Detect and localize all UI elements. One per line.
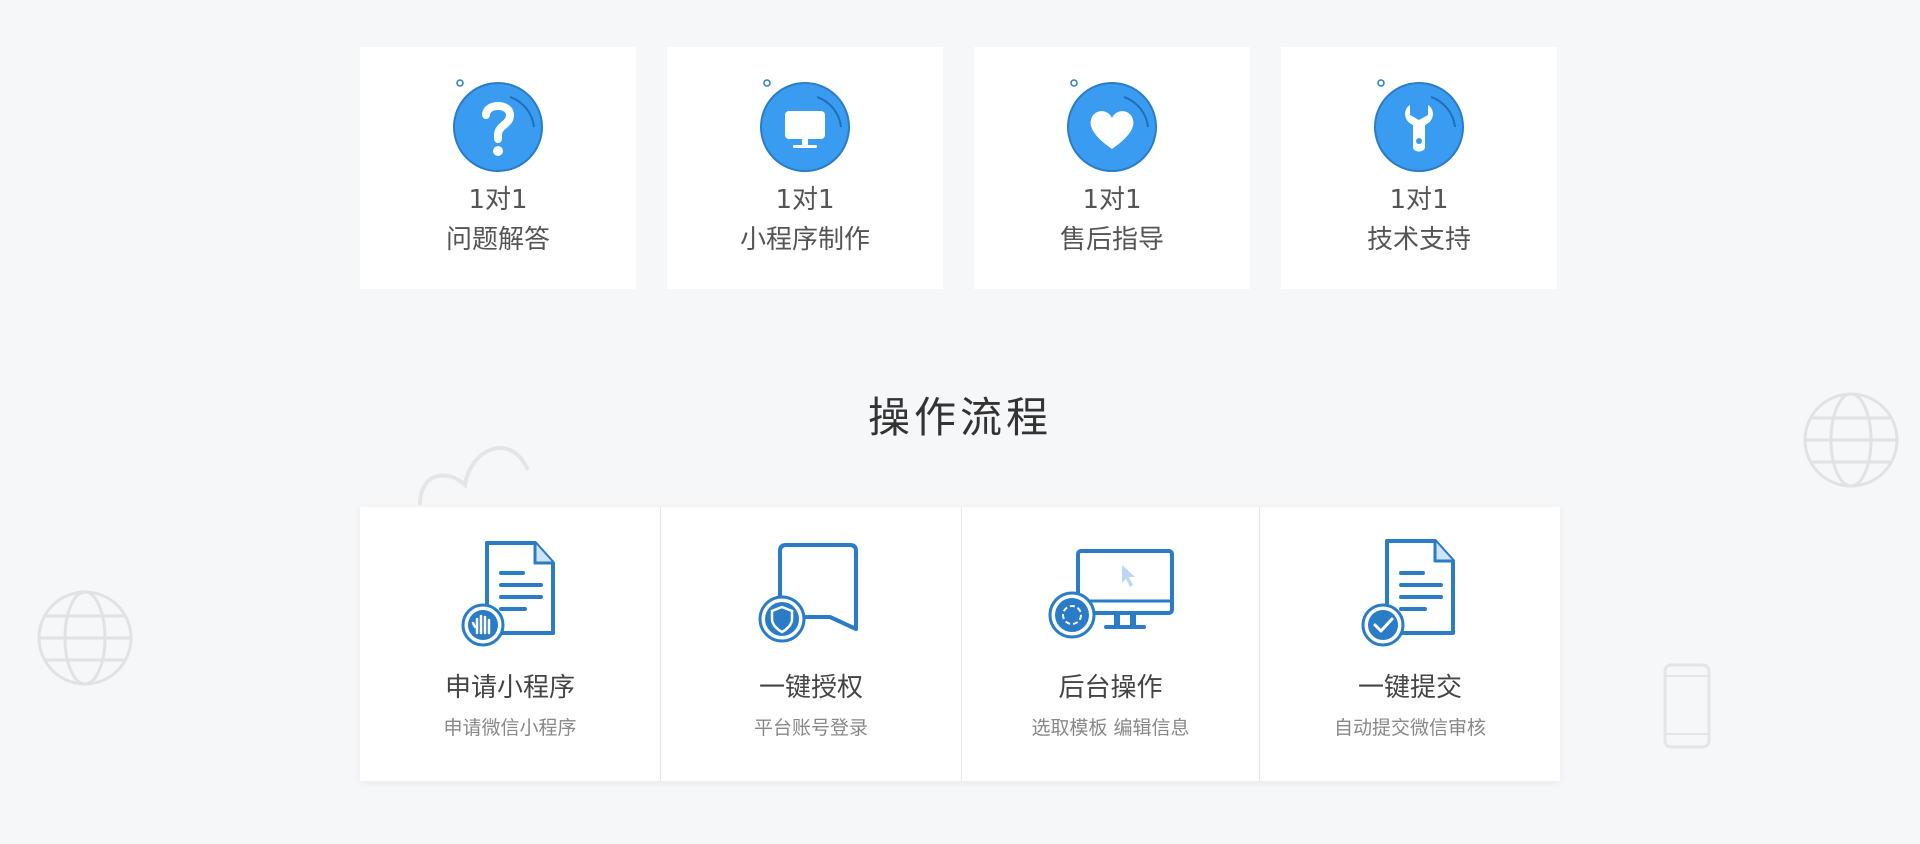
heart-icon <box>1062 75 1162 175</box>
step-title: 一键授权 <box>758 673 863 703</box>
service-line2: 售后指导 <box>1059 225 1164 255</box>
step-backend[interactable]: 后台操作 选取模板 编辑信息 <box>962 507 1259 781</box>
service-line1: 1对1 <box>1389 185 1449 215</box>
service-cards: 1对1 问题解答 1对1 小程序制作 1对1 售后指导 1对1 技术支持 <box>360 47 1558 289</box>
step-title: 一键提交 <box>1357 673 1462 703</box>
wrench-icon <box>1369 75 1469 175</box>
service-line1: 1对1 <box>1082 185 1142 215</box>
phone-deco-icon <box>1662 662 1712 750</box>
step-desc: 平台账号登录 <box>753 717 868 739</box>
step-title: 申请小程序 <box>444 673 575 703</box>
service-card-aftersales[interactable]: 1对1 售后指导 <box>974 47 1250 289</box>
section-title: 操作流程 <box>867 393 1052 442</box>
step-desc: 选取模板 编辑信息 <box>1031 717 1190 739</box>
service-card-miniapp[interactable]: 1对1 小程序制作 <box>667 47 943 289</box>
step-title: 后台操作 <box>1058 673 1163 703</box>
step-desc: 自动提交微信审核 <box>1333 717 1486 739</box>
document-hand-icon <box>445 537 575 647</box>
page: 1对1 问题解答 1对1 小程序制作 1对1 售后指导 1对1 技术支持 操作流… <box>0 0 1920 844</box>
process-panel: 申请小程序 申请微信小程序 一键授权 平台账号登录 后台操作 选取模板 编辑信息… <box>360 507 1560 781</box>
chat-shield-icon <box>746 537 876 647</box>
service-line1: 1对1 <box>468 185 528 215</box>
monitor-icon <box>755 75 855 175</box>
document-check-icon <box>1345 537 1475 647</box>
service-card-qa[interactable]: 1对1 问题解答 <box>360 47 636 289</box>
step-desc: 申请微信小程序 <box>443 717 577 739</box>
service-card-tech-support[interactable]: 1对1 技术支持 <box>1281 47 1557 289</box>
step-authorize[interactable]: 一键授权 平台账号登录 <box>661 507 961 781</box>
step-submit[interactable]: 一键提交 自动提交微信审核 <box>1260 507 1560 781</box>
service-line2: 技术支持 <box>1366 225 1471 255</box>
step-apply-miniapp[interactable]: 申请小程序 申请微信小程序 <box>360 507 660 781</box>
service-line2: 小程序制作 <box>739 225 870 255</box>
globe-deco-icon <box>30 588 140 688</box>
service-line1: 1对1 <box>775 185 835 215</box>
question-icon <box>448 75 548 175</box>
monitor-cursor-icon <box>1046 537 1176 647</box>
service-line2: 问题解答 <box>445 225 550 255</box>
